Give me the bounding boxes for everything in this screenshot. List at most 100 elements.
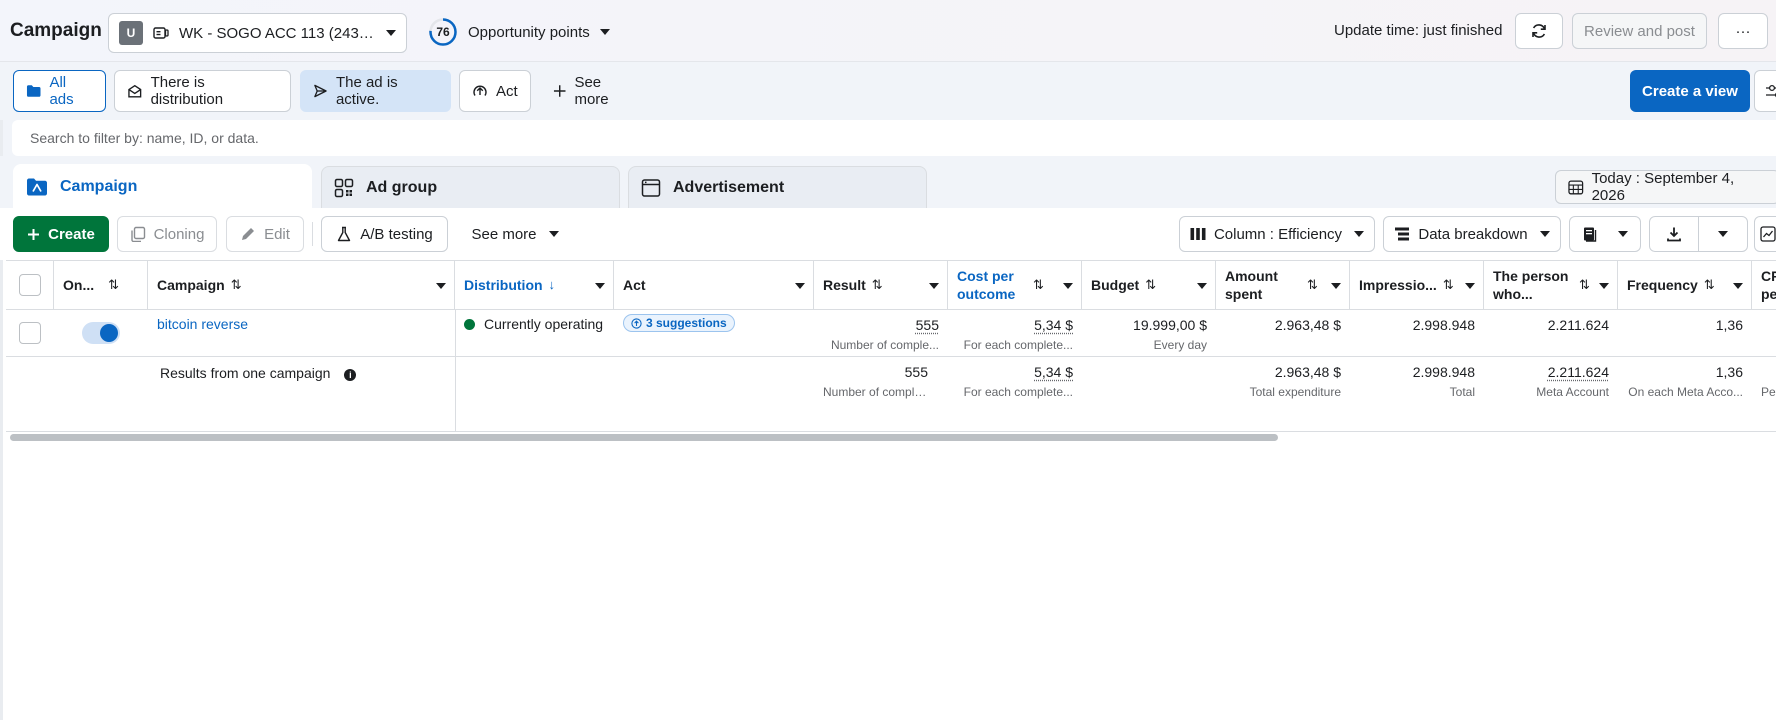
sort-icon: ⇅ xyxy=(1704,276,1715,294)
sort-icon: ⇅ xyxy=(1307,276,1318,294)
column-divider xyxy=(455,357,456,431)
cloning-button[interactable]: Cloning xyxy=(117,216,217,252)
table-row[interactable]: bitcoin reverse Currently operating 3 su… xyxy=(6,310,1776,357)
tab-ad-group[interactable]: Ad group xyxy=(321,166,620,208)
chevron-down-icon xyxy=(436,283,446,289)
chevron-down-icon xyxy=(595,283,605,289)
summary-cost-sub: For each complete... xyxy=(957,385,1073,399)
chevron-down-icon xyxy=(1718,231,1728,237)
columns-selector[interactable]: Column : Efficiency xyxy=(1179,216,1375,252)
search-bar xyxy=(0,120,1776,156)
row-checkbox[interactable] xyxy=(19,322,41,344)
chip-see-more[interactable]: See more xyxy=(540,70,650,112)
result-sub: Number of comple... xyxy=(823,338,939,352)
export-button[interactable] xyxy=(1649,216,1699,252)
chip-ad-active[interactable]: The ad is active. xyxy=(300,70,451,112)
header-cost-per-outcome[interactable]: Cost per outcome ⇅ xyxy=(948,261,1082,309)
frequency-cell: 1,36 xyxy=(1618,310,1752,356)
export-menu[interactable] xyxy=(1698,216,1748,252)
review-and-post-button[interactable]: Review and post xyxy=(1572,13,1707,49)
tab-campaign[interactable]: Campaign xyxy=(13,164,312,208)
score-value: 76 xyxy=(428,17,458,47)
amount-spent-cell: 2.963,48 $ xyxy=(1216,310,1350,356)
summary-frequency-value: 1,36 xyxy=(1627,364,1743,380)
more-options-button[interactable]: ··· xyxy=(1718,13,1768,49)
horizontal-scrollbar[interactable] xyxy=(6,432,1776,442)
ab-testing-button[interactable]: A/B testing xyxy=(321,216,448,252)
suggestions-badge[interactable]: 3 suggestions xyxy=(623,314,735,332)
amount-spent-value: 2.963,48 $ xyxy=(1225,317,1341,333)
row-select[interactable] xyxy=(6,310,54,356)
plus-icon xyxy=(27,228,40,241)
chip-all-ads[interactable]: All ads xyxy=(13,70,106,112)
date-label: Today : September 4, 2026 xyxy=(1592,170,1767,204)
header-amount-spent[interactable]: Amount spent ⇅ xyxy=(1216,261,1350,309)
header-label: Distribution xyxy=(464,276,543,294)
folder-icon xyxy=(26,84,41,98)
plus-icon xyxy=(553,84,566,98)
date-range-picker[interactable]: Today : September 4, 2026 xyxy=(1555,170,1776,204)
summary-impressions-cell: 2.998.948 Total xyxy=(1350,357,1484,431)
create-view-button[interactable]: Create a view xyxy=(1630,70,1750,112)
campaign-folder-icon xyxy=(26,177,48,197)
arrow-up-circle-icon xyxy=(472,83,488,99)
select-all-checkbox[interactable] xyxy=(19,274,41,296)
chevron-down-icon xyxy=(1331,283,1341,289)
summary-person-who-value: 2.211.624 xyxy=(1493,364,1609,380)
tab-label: Advertisement xyxy=(673,179,784,197)
tab-label: Campaign xyxy=(60,178,137,196)
account-selector[interactable]: U WK - SOGO ACC 113 (243… xyxy=(108,13,407,53)
see-more-menu[interactable]: See more xyxy=(460,216,570,252)
header-campaign[interactable]: Campaign ⇅ xyxy=(148,261,455,309)
header-label: Result xyxy=(823,276,866,294)
campaign-name-link[interactable]: bitcoin reverse xyxy=(157,316,248,332)
ab-testing-label: A/B testing xyxy=(360,226,433,243)
table-header: On... ⇅ Campaign ⇅ Distribution ↓ Act Re… xyxy=(6,260,1776,310)
sort-desc-icon: ↓ xyxy=(549,276,556,294)
chevron-down-icon xyxy=(1063,283,1073,289)
send-icon xyxy=(313,83,328,99)
opportunity-label: Opportunity points xyxy=(468,24,590,41)
header-select-all[interactable] xyxy=(6,261,54,309)
search-input[interactable] xyxy=(12,120,1776,156)
header-budget[interactable]: Budget ⇅ xyxy=(1082,261,1216,309)
header-impressions[interactable]: Impressio... ⇅ xyxy=(1350,261,1484,309)
summary-result-sub: Number of comple... xyxy=(823,385,928,399)
cost-value: 5,34 $ xyxy=(957,317,1073,333)
header-distribution[interactable]: Distribution ↓ xyxy=(455,261,614,309)
envelope-icon xyxy=(127,83,143,99)
chevron-down-icon xyxy=(795,283,805,289)
summary-person-who-cell: 2.211.624 Meta Account xyxy=(1484,357,1618,431)
opportunity-score[interactable]: 76 Opportunity points xyxy=(428,17,610,47)
reports-menu[interactable] xyxy=(1569,216,1641,252)
download-icon xyxy=(1666,226,1682,242)
scrollbar-thumb[interactable] xyxy=(10,434,1278,441)
header-result[interactable]: Result ⇅ xyxy=(814,261,948,309)
header-label: Impressio... xyxy=(1359,276,1437,294)
header-act[interactable]: Act xyxy=(614,261,814,309)
result-cell: 555 Number of comple... xyxy=(814,310,948,356)
create-label: Create xyxy=(48,226,95,243)
refresh-button[interactable] xyxy=(1515,13,1563,49)
chip-act[interactable]: Act xyxy=(459,70,531,112)
chevron-down-icon xyxy=(1540,231,1550,237)
filter-settings-button[interactable] xyxy=(1754,70,1776,112)
person-who-cell: 2.211.624 xyxy=(1484,310,1618,356)
summary-cpm-cell: Per xyxy=(1752,357,1776,431)
info-icon[interactable]: i xyxy=(344,369,356,381)
edit-button[interactable]: Edit xyxy=(226,216,304,252)
data-breakdown-selector[interactable]: Data breakdown xyxy=(1383,216,1561,252)
chip-there-is-distribution[interactable]: There is distribution xyxy=(114,70,291,112)
sort-icon: ⇅ xyxy=(1579,276,1590,294)
act-cell: 3 suggestions xyxy=(614,310,814,356)
tab-advertisement[interactable]: Advertisement xyxy=(628,166,927,208)
toolbar-divider xyxy=(312,222,313,246)
campaign-toggle[interactable] xyxy=(82,322,120,344)
create-button[interactable]: Create xyxy=(13,216,109,252)
header-cpm[interactable]: CP per xyxy=(1752,261,1776,309)
summary-cpm-sub: Per xyxy=(1761,385,1776,399)
header-frequency[interactable]: Frequency ⇅ xyxy=(1618,261,1752,309)
header-person-who[interactable]: The person who... ⇅ xyxy=(1484,261,1618,309)
charts-button[interactable] xyxy=(1754,216,1776,252)
header-on-off[interactable]: On... ⇅ xyxy=(54,261,148,309)
